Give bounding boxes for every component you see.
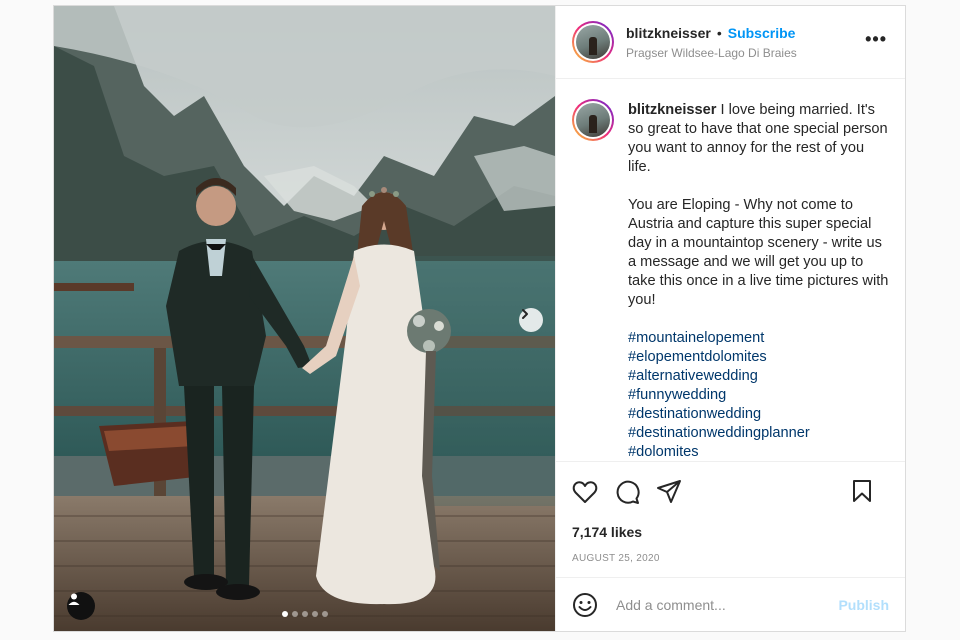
username-link[interactable]: blitzkneisser [626, 25, 711, 41]
comment-icon [616, 480, 640, 504]
emoji-button[interactable] [572, 592, 598, 618]
action-bar [556, 461, 905, 521]
post-photo[interactable] [54, 6, 555, 631]
comment-input[interactable] [614, 595, 833, 614]
hashtag-link[interactable]: #funnywedding [628, 386, 889, 405]
publish-button[interactable]: Publish [838, 597, 889, 613]
chevron-right-icon [522, 309, 528, 319]
post-date: AUGUST 25, 2020 [572, 553, 660, 564]
carousel-dot [321, 611, 328, 617]
share-icon [657, 479, 681, 503]
hashtag-link[interactable]: #elopementdolomites [628, 348, 889, 367]
save-button[interactable] [849, 478, 875, 504]
post-card: blitzkneisser • Subscribe Pragser Wildse… [53, 5, 906, 632]
share-button[interactable] [656, 479, 682, 505]
like-button[interactable] [572, 479, 598, 505]
bookmark-icon [853, 480, 871, 502]
avatar-image [576, 103, 610, 137]
caption-section: blitzkneisser I love being married. It's… [556, 79, 905, 461]
emoji-icon [573, 592, 597, 617]
carousel-dot [281, 611, 288, 617]
likes-count[interactable]: 7,174 likes [556, 525, 905, 553]
carousel-dot [311, 611, 318, 617]
hashtag-link[interactable]: #mountainelopement [628, 329, 889, 348]
avatar-image [576, 25, 610, 59]
post-header: blitzkneisser • Subscribe Pragser Wildse… [556, 6, 905, 79]
avatar[interactable] [572, 21, 614, 63]
caption-text: blitzkneisser I love being married. It's… [628, 101, 889, 461]
caption-paragraph-2: You are Eloping - Why not come to Austri… [628, 197, 889, 308]
user-tag-icon [68, 593, 80, 605]
more-options-icon[interactable]: ••• [865, 30, 887, 48]
comment-form: Publish [556, 577, 905, 631]
comment-button[interactable] [614, 479, 640, 505]
heart-icon [572, 480, 598, 503]
carousel-dot [301, 611, 308, 617]
subscribe-button[interactable]: Subscribe [728, 25, 796, 41]
next-photo-button[interactable] [519, 308, 543, 332]
hashtag-link[interactable]: #destinationwedding [628, 405, 889, 424]
carousel-dot [291, 611, 298, 617]
location-link[interactable]: Pragser Wildsee-Lago Di Braies [626, 46, 797, 60]
post-sidebar: blitzkneisser • Subscribe Pragser Wildse… [555, 6, 905, 631]
hashtag-link[interactable]: #alternativewedding [628, 367, 889, 386]
caption-username[interactable]: blitzkneisser [628, 102, 716, 118]
hashtag-list: #mountainelopement #elopementdolomites #… [628, 329, 889, 461]
wedding-photo [54, 6, 555, 631]
hashtag-link[interactable]: #destinationweddingplanner [628, 424, 889, 443]
hashtag-link[interactable]: #dolomites [628, 443, 889, 461]
caption-avatar[interactable] [572, 99, 614, 141]
carousel-indicator [54, 611, 555, 617]
